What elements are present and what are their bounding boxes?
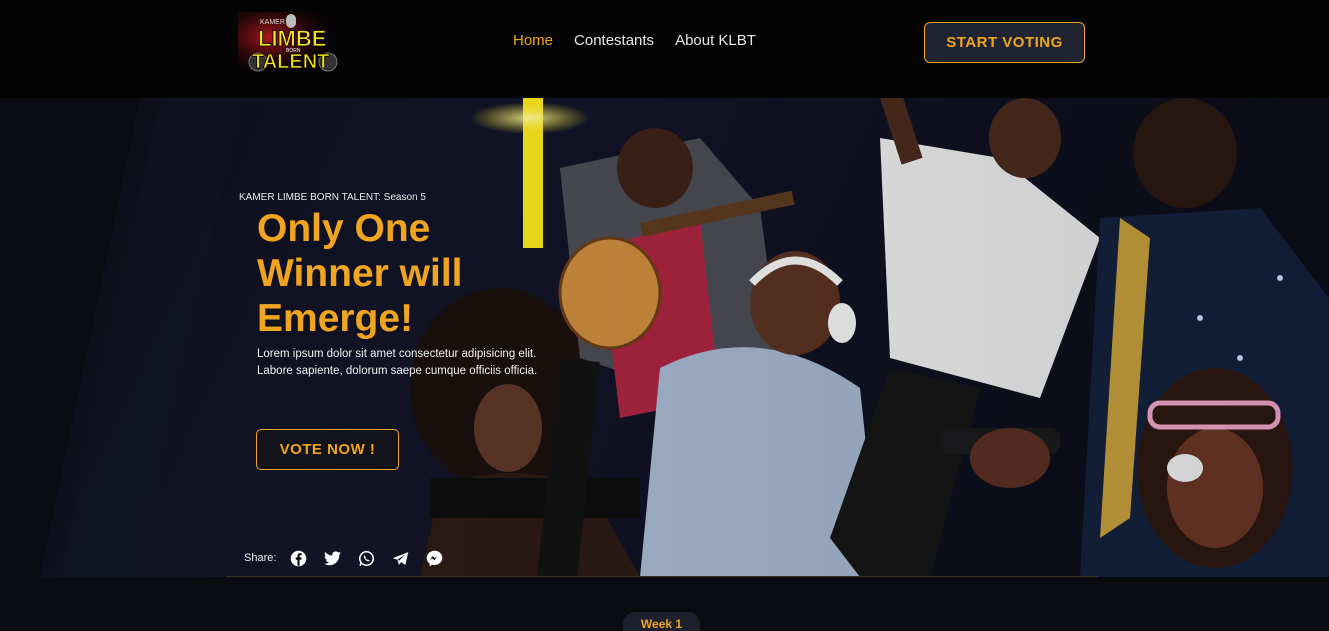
whatsapp-icon[interactable] <box>354 548 378 568</box>
messenger-icon[interactable] <box>422 548 446 568</box>
twitter-icon[interactable] <box>320 548 344 568</box>
season-eyebrow: KAMER LIMBE BORN TALENT: Season 5 <box>239 192 426 203</box>
hero-description: Lorem ipsum dolor sit amet consectetur a… <box>257 348 538 377</box>
start-voting-button[interactable]: START VOTING <box>924 22 1085 63</box>
vote-now-button[interactable]: VOTE NOW ! <box>256 429 399 470</box>
klbt-logo[interactable]: KAMER LIMBE BORN TALENT <box>238 12 342 74</box>
performers-collage-image <box>0 98 1329 577</box>
site-header: KAMER LIMBE BORN TALENT Home Contestants… <box>0 0 1329 98</box>
telegram-icon[interactable] <box>388 548 412 568</box>
main-nav: Home Contestants About KLBT <box>513 32 756 49</box>
tab-week-1[interactable]: Week 1 <box>623 612 700 631</box>
nav-about-klbt[interactable]: About KLBT <box>675 32 756 49</box>
share-label: Share: <box>244 552 277 564</box>
nav-contestants[interactable]: Contestants <box>574 32 654 49</box>
facebook-icon[interactable] <box>286 548 310 568</box>
hero-banner: KAMER LIMBE BORN TALENT: Season 5 Only O… <box>0 98 1329 577</box>
share-bar: Share: <box>244 548 446 568</box>
logo-kamer: KAMER <box>260 19 285 26</box>
hero-headline: Only One Winner will Emerge! <box>257 207 463 340</box>
nav-home[interactable]: Home <box>513 32 553 49</box>
logo-talent: TALENT <box>252 51 329 73</box>
